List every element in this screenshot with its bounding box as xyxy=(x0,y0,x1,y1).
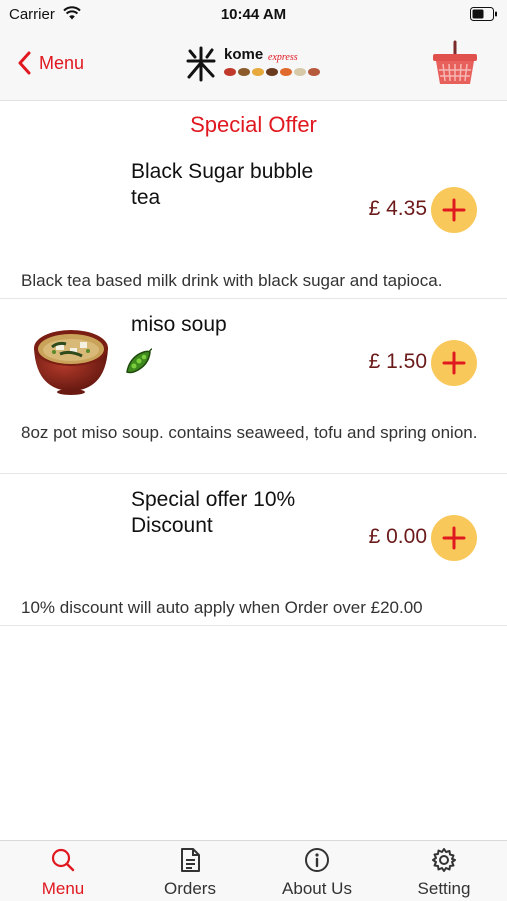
tab-bar: Menu Orders About Us Setting xyxy=(0,840,507,901)
item-description: 10% discount will auto apply when Order … xyxy=(21,598,423,617)
tab-label: Orders xyxy=(164,879,216,898)
info-icon xyxy=(305,848,329,872)
item-name: Special offer 10% Discount xyxy=(131,488,296,537)
kome-express-logo: kome express xyxy=(186,46,320,82)
item-price: £ 1.50 xyxy=(368,350,427,373)
section-title: Special Offer xyxy=(190,112,317,137)
tab-menu[interactable]: Menu xyxy=(0,841,126,901)
divider xyxy=(0,625,507,626)
back-label: Menu xyxy=(39,52,85,73)
vegetarian-icon xyxy=(126,348,153,374)
tab-label: About Us xyxy=(282,879,352,898)
divider xyxy=(0,473,507,474)
item-description: 8oz pot miso soup. contains seaweed, tof… xyxy=(21,423,478,442)
tab-setting[interactable]: Setting xyxy=(381,841,507,901)
tab-label: Setting xyxy=(417,879,471,898)
item-description: Black tea based milk drink with black su… xyxy=(21,271,443,290)
gear-icon xyxy=(432,848,456,872)
basket-icon[interactable] xyxy=(431,40,479,88)
item-price: £ 0.00 xyxy=(368,525,427,548)
plus-icon xyxy=(442,198,466,222)
search-icon xyxy=(51,848,75,872)
plus-icon xyxy=(442,351,466,375)
plus-icon xyxy=(442,526,466,550)
battery-icon xyxy=(470,7,497,21)
tab-orders[interactable]: Orders xyxy=(127,841,253,901)
item-name: Black Sugar bubble tea xyxy=(131,160,314,209)
svg-text:express: express xyxy=(268,52,298,63)
item-name: miso soup xyxy=(131,313,227,336)
nav-bar: Menu kome express xyxy=(0,28,507,101)
item-price: £ 4.35 xyxy=(368,197,427,220)
chevron-left-icon xyxy=(18,51,31,75)
add-to-basket-button[interactable] xyxy=(431,515,477,561)
document-icon xyxy=(181,848,200,872)
tab-label: Menu xyxy=(41,879,85,898)
tab-about-us[interactable]: About Us xyxy=(254,841,380,901)
divider xyxy=(0,298,507,299)
svg-text:kome: kome xyxy=(224,46,263,63)
add-to-basket-button[interactable] xyxy=(431,340,477,386)
clock: 10:44 AM xyxy=(220,6,287,23)
back-button[interactable]: Menu xyxy=(17,48,84,78)
status-bar: Carrier 10:44 AM xyxy=(0,0,507,28)
add-to-basket-button[interactable] xyxy=(431,187,477,233)
miso-soup-image xyxy=(34,330,108,395)
